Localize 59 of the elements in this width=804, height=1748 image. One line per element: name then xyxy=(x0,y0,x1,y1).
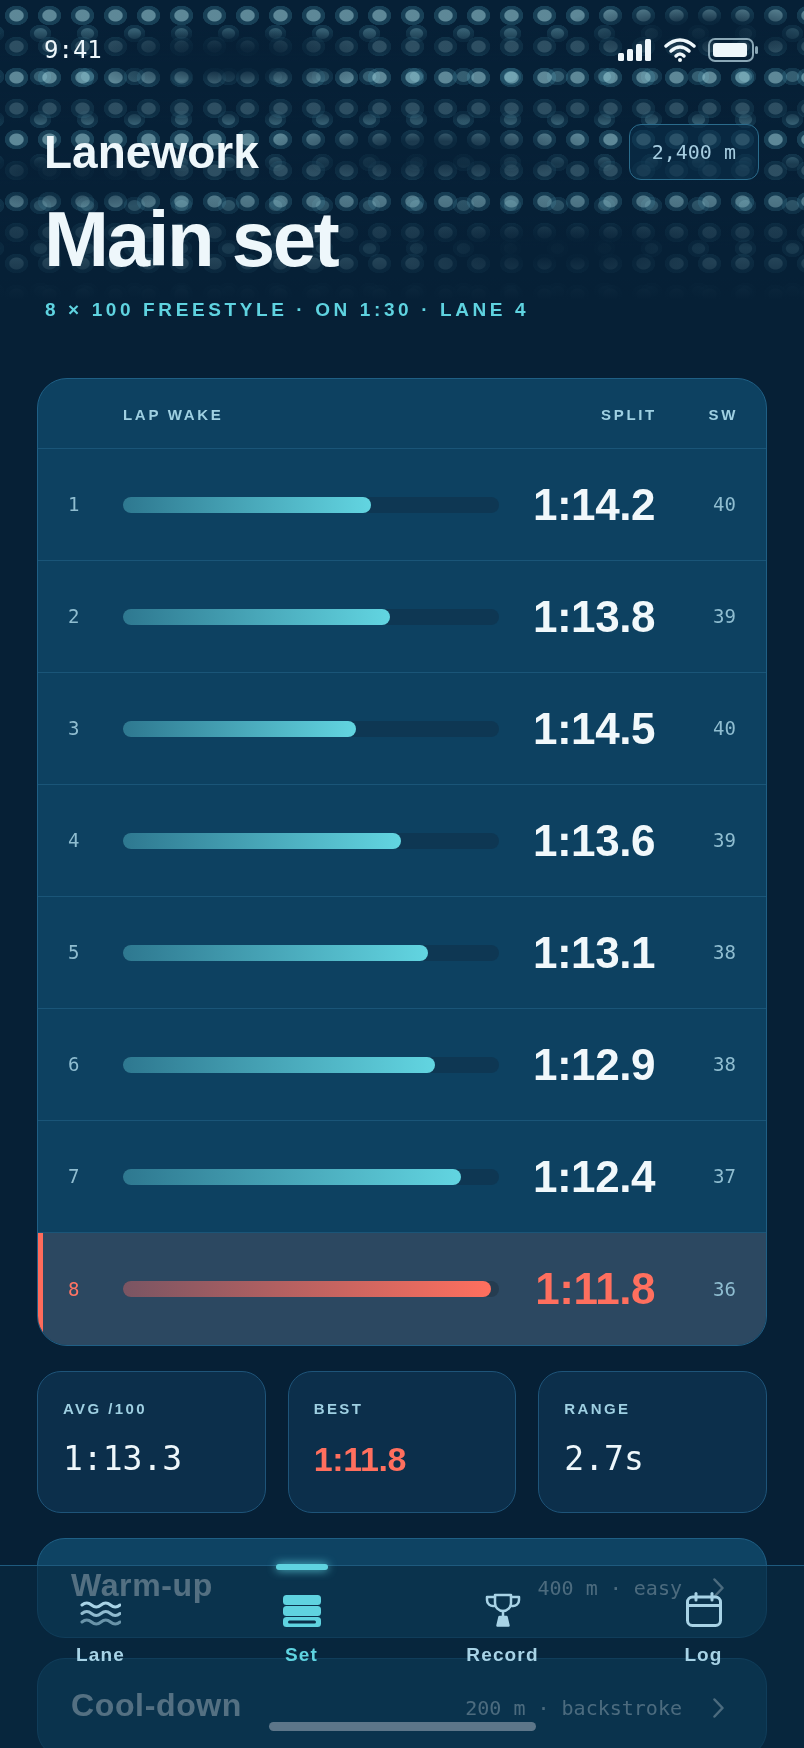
split-time: 1:13.8 xyxy=(531,594,655,639)
stat-value: 1:11.8 xyxy=(313,1442,408,1476)
lap-row[interactable]: 8 1:11.8 36 xyxy=(38,1233,766,1345)
lap-number: 7 xyxy=(68,1164,81,1190)
set-name: Warm-up xyxy=(71,1567,213,1603)
lap-number: 2 xyxy=(68,604,81,630)
column-header: SPLIT xyxy=(600,405,657,426)
stroke-count: 36 xyxy=(712,1276,736,1302)
lap-row[interactable]: 6 1:12.9 38 xyxy=(38,1009,766,1121)
page-title: Main set xyxy=(44,200,339,278)
lap-row[interactable]: 4 1:13.6 39 xyxy=(38,785,766,897)
calendar-icon xyxy=(685,1592,722,1627)
split-time: 1:12.9 xyxy=(531,1042,655,1087)
stroke-count: 39 xyxy=(712,828,736,854)
stroke-count: 38 xyxy=(712,940,736,966)
active-tab-indicator xyxy=(275,1564,328,1570)
split-time: 1:11.8 xyxy=(534,1267,655,1311)
lap-row[interactable]: 7 1:12.4 37 xyxy=(38,1121,766,1233)
lap-number: 1 xyxy=(68,492,81,518)
stroke-count: 39 xyxy=(712,604,736,630)
status-time: 9:41 xyxy=(44,38,102,62)
stroke-count: 37 xyxy=(712,1164,736,1190)
trophy-icon xyxy=(484,1593,521,1627)
stat-label: RANGE xyxy=(564,1401,632,1416)
set-name: Cool-down xyxy=(71,1687,243,1723)
lap-row[interactable]: 5 1:13.1 38 xyxy=(38,897,766,1009)
column-header: LAP WAKE xyxy=(123,405,225,426)
stroke-count: 38 xyxy=(712,1052,736,1078)
stroke-count: 40 xyxy=(712,716,736,742)
stat-label: AVG /100 xyxy=(63,1401,148,1416)
lap-number: 8 xyxy=(68,1276,81,1302)
battery-icon xyxy=(708,38,758,62)
split-time: 1:13.1 xyxy=(531,930,655,975)
lap-number: 4 xyxy=(68,828,81,854)
lap-number: 6 xyxy=(68,1052,81,1078)
wifi-icon xyxy=(664,38,696,62)
stat-value: 1:13.3 xyxy=(63,1442,184,1475)
column-header: SW xyxy=(707,405,738,426)
signal-icon xyxy=(618,39,652,61)
stat-value: 2.7s xyxy=(564,1442,645,1475)
chevron-icon xyxy=(713,1698,724,1718)
set-detail: 400 m · easy xyxy=(537,1578,682,1598)
set-detail: 200 m · backstroke xyxy=(465,1698,682,1718)
lap-row[interactable]: 1 1:14.2 40 xyxy=(38,449,766,561)
chevron-icon xyxy=(713,1578,724,1598)
split-time: 1:14.2 xyxy=(531,482,655,527)
lap-number: 5 xyxy=(68,940,81,966)
app-name: Lanework xyxy=(44,129,259,175)
lap-row[interactable]: 3 1:14.5 40 xyxy=(38,673,766,785)
split-time: 1:14.5 xyxy=(531,706,655,751)
split-time: 1:12.4 xyxy=(531,1154,655,1199)
lap-row[interactable]: 2 1:13.8 39 xyxy=(38,561,766,673)
stat-label: BEST xyxy=(313,1401,365,1416)
split-time: 1:13.6 xyxy=(531,818,655,863)
stroke-count: 40 xyxy=(712,492,736,518)
stack-icon xyxy=(282,1595,321,1627)
lap-number: 3 xyxy=(68,716,81,742)
set-subtitle: 8 × 100 FREESTYLE · ON 1:30 · LANE 4 xyxy=(45,300,531,319)
distance-badge: 2,400 m xyxy=(628,124,759,180)
